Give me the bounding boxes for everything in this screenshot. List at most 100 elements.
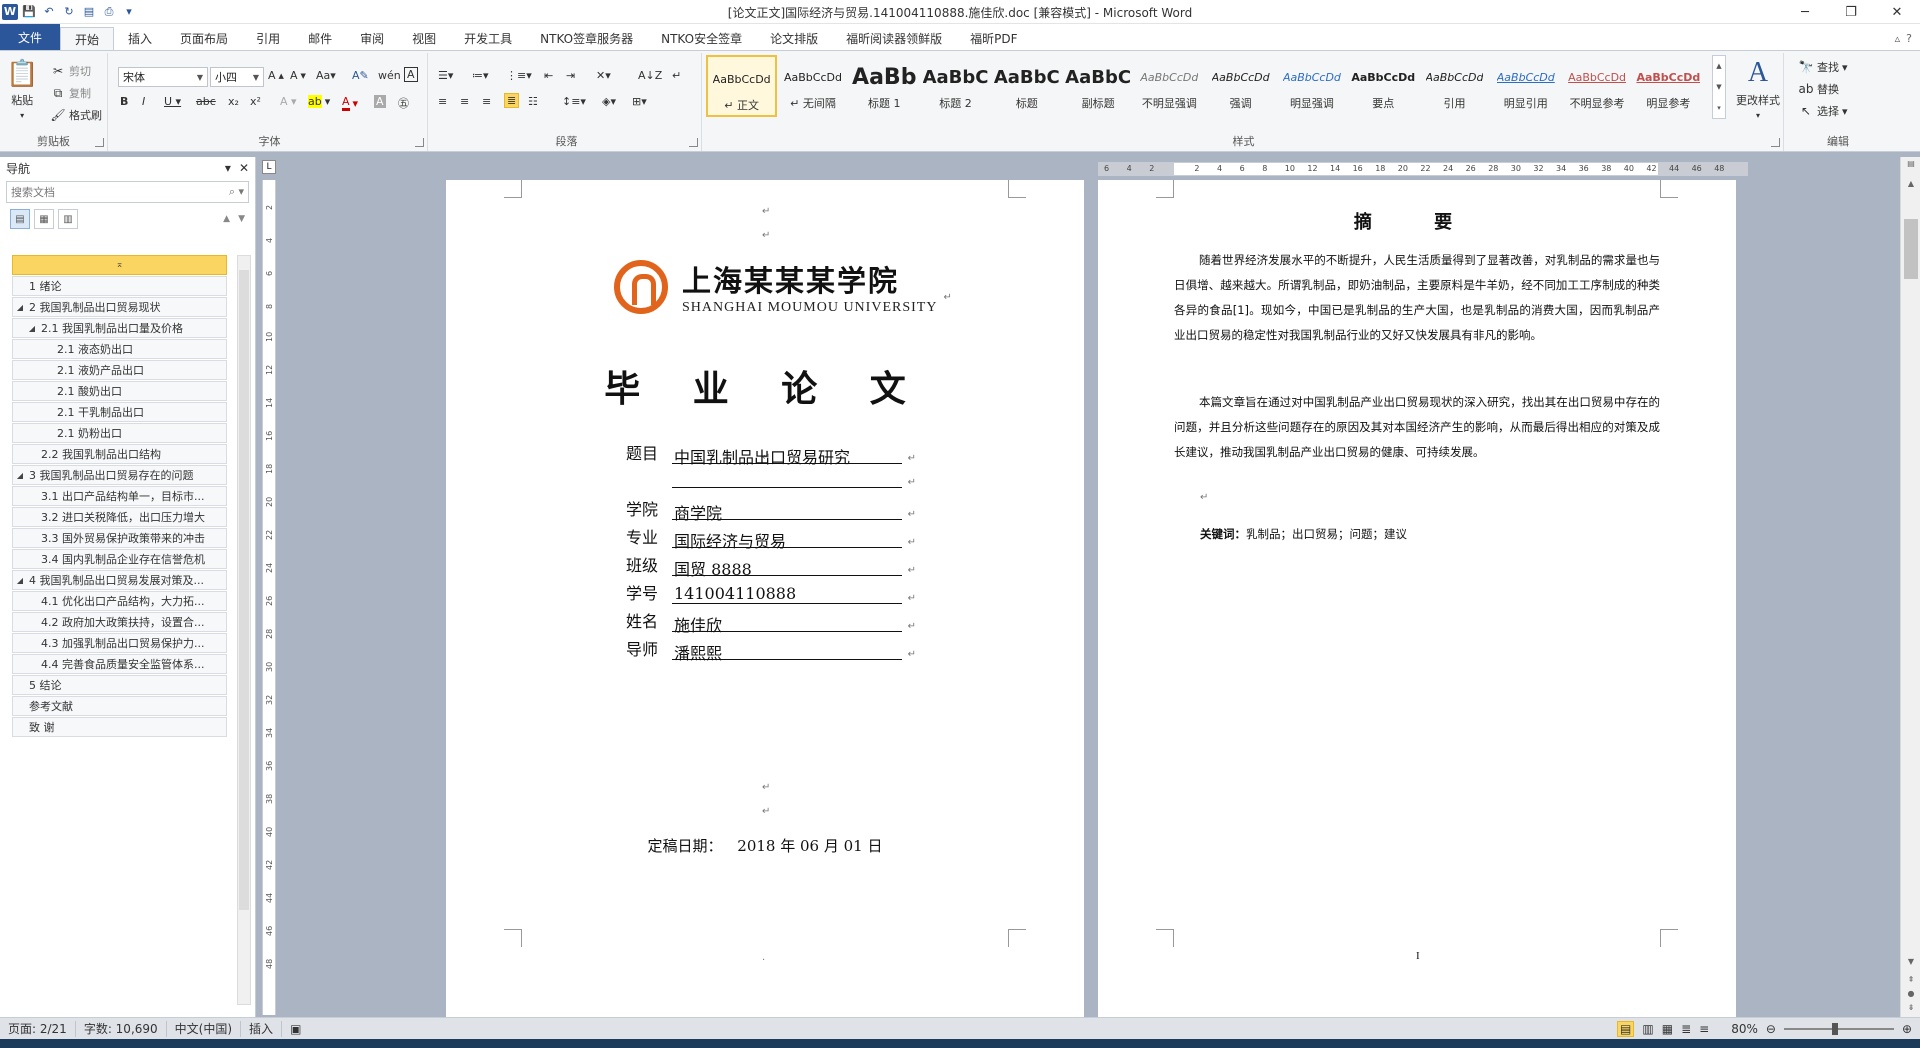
customize-qat-icon[interactable]: ▾ [120, 3, 138, 21]
tab-ntko-signature[interactable]: NTKO安全签章 [647, 26, 756, 50]
close-button[interactable]: ✕ [1874, 0, 1920, 24]
paragraph-launcher[interactable] [689, 138, 698, 147]
browse-object-icon[interactable]: ● [1901, 989, 1920, 998]
font-size-combo[interactable]: 小四 ▼ [210, 67, 264, 87]
previous-page-icon[interactable]: ⇞ [1901, 975, 1920, 984]
expand-toggle-icon[interactable]: ◢ [15, 576, 25, 585]
font-color-button[interactable]: A ▾ [342, 95, 358, 111]
zoom-in-icon[interactable]: ⊕ [1902, 1022, 1912, 1036]
char-shading-icon[interactable]: A [374, 95, 386, 108]
style-emphasis[interactable]: AaBbCcDd 强调 [1205, 55, 1276, 117]
nav-heading-item[interactable]: ◢ 4 我国乳制品出口贸易发展对策及... [12, 570, 227, 590]
bullets-button[interactable]: ☰▾ [438, 69, 453, 82]
nav-scrollbar[interactable] [237, 255, 251, 1005]
more-styles-icon[interactable]: ▾ [1717, 104, 1721, 112]
style-strong[interactable]: AaBbCcDd 要点 [1348, 55, 1419, 117]
nav-heading-item[interactable]: 2.1 液态奶出口 [12, 339, 227, 359]
scroll-up-icon[interactable]: ▲ [1901, 179, 1920, 188]
font-launcher[interactable] [415, 138, 424, 147]
increase-indent-button[interactable]: ⇥ [566, 69, 575, 82]
chevron-up-icon[interactable]: ▲ [1716, 62, 1721, 70]
nav-heading-item[interactable]: 2.1 液奶产品出口 [12, 360, 227, 380]
clear-format-icon[interactable]: A✎ [352, 69, 369, 82]
distributed-button[interactable]: ☷ [528, 95, 538, 108]
nav-menu-icon[interactable]: ▾ [225, 161, 231, 175]
save-icon[interactable]: 💾 [20, 3, 38, 21]
nav-heading-item[interactable]: 2.1 酸奶出口 [12, 381, 227, 401]
decrease-indent-button[interactable]: ⇤ [544, 69, 553, 82]
tab-references[interactable]: 引用 [242, 26, 294, 50]
nav-heading-item[interactable]: 参考文献 [12, 696, 227, 716]
expand-toggle-icon[interactable]: ◢ [15, 303, 25, 312]
scroll-down-icon[interactable]: ▼ [1901, 957, 1920, 966]
tab-selector[interactable]: L [262, 160, 276, 174]
document-scrollbar[interactable]: ▤ ▲ ▼ ⇞ ● ⇟ [1900, 157, 1920, 1017]
web-layout-icon[interactable]: ▦ [1662, 1022, 1673, 1036]
tab-review[interactable]: 审阅 [346, 26, 398, 50]
style-intense-quote[interactable]: AaBbCcDd 明显引用 [1490, 55, 1561, 117]
nav-heading-item[interactable]: 3.4 国内乳制品企业存在信誉危机 [12, 549, 227, 569]
minimize-ribbon-icon[interactable]: ▵ [1895, 32, 1901, 45]
tab-developer[interactable]: 开发工具 [450, 26, 526, 50]
numbering-button[interactable]: ≔▾ [472, 69, 489, 82]
next-heading-icon[interactable]: ▼ [238, 214, 245, 224]
tab-home[interactable]: 开始 [60, 27, 115, 51]
change-case-button[interactable]: Aa▾ [316, 69, 336, 82]
superscript-button[interactable]: x² [250, 95, 261, 108]
nav-heading-item[interactable]: 4.1 优化出口产品结构，大力拓... [12, 591, 227, 611]
tab-thesis-layout[interactable]: 论文排版 [756, 26, 832, 50]
style-subtle-emphasis[interactable]: AaBbCcDd 不明显强调 [1134, 55, 1205, 117]
tab-mailings[interactable]: 邮件 [294, 26, 346, 50]
minimize-button[interactable]: ─ [1782, 0, 1828, 24]
nav-heading-item[interactable]: 2.1 干乳制品出口 [12, 402, 227, 422]
chevron-down-icon[interactable]: ▼ [1716, 83, 1721, 91]
shrink-font-button[interactable]: A ▼ [290, 69, 306, 82]
bold-button[interactable]: B [120, 95, 128, 108]
abstract-page[interactable]: 摘 要 随着世界经济发展水平的不断提升，人民生活质量得到了显著改善，对乳制品的需… [1098, 180, 1736, 1017]
sort-button[interactable]: A↓Z [638, 69, 662, 82]
paste-button[interactable]: 📋 粘贴 ▾ [6, 59, 38, 120]
copy-button[interactable]: ⧉ 复制 [50, 85, 91, 101]
nav-heading-item[interactable]: 4.2 政府加大政策扶持，设置合... [12, 612, 227, 632]
cover-page[interactable]: ↵ ↵ 上海某某某学院 SHANGHAI MOUMOU UNIVERSITY ↵… [446, 180, 1084, 1017]
nav-heading-item[interactable]: 2.2 我国乳制品出口结构 [12, 444, 227, 464]
tab-view[interactable]: 视图 [398, 26, 450, 50]
previous-heading-icon[interactable]: ▲ [223, 214, 230, 224]
style-no-spacing[interactable]: AaBbCcDd ↵ 无间隔 [777, 55, 848, 117]
insert-mode[interactable]: 插入 [241, 1020, 283, 1037]
select-button[interactable]: ↖ 选择 ▾ [1798, 103, 1848, 119]
nav-heading-item[interactable]: 5 结论 [12, 675, 227, 695]
headings-view-icon[interactable]: ▤ [10, 209, 30, 229]
style-gallery-scroll[interactable]: ▲ ▼ ▾ [1712, 55, 1726, 119]
nav-close-icon[interactable]: ✕ [239, 161, 249, 175]
nav-heading-item[interactable]: 1 绪论 [12, 276, 227, 296]
view-ruler-icon[interactable]: ▤ [1901, 159, 1920, 168]
subscript-button[interactable]: x₂ [228, 95, 239, 108]
strikethrough-button[interactable]: abc [196, 95, 216, 108]
help-icon[interactable]: ? [1906, 32, 1912, 45]
shading-button[interactable]: ◈▾ [602, 95, 616, 108]
collapse-all-icon[interactable]: ⌅ [12, 255, 227, 275]
line-spacing-button[interactable]: ↕≡▾ [562, 95, 586, 108]
nav-heading-item[interactable]: ◢ 3 我国乳制品出口贸易存在的问题 [12, 465, 227, 485]
style-intense-emphasis[interactable]: AaBbCcDd 明显强调 [1276, 55, 1347, 117]
nav-heading-item[interactable]: 2.1 奶粉出口 [12, 423, 227, 443]
replace-button[interactable]: ab 替换 [1798, 81, 1840, 97]
underline-button[interactable]: U ▾ [164, 95, 181, 108]
text-effects-button[interactable]: A ▾ [280, 95, 297, 108]
tab-page-layout[interactable]: 页面布局 [166, 26, 242, 50]
zoom-level[interactable]: 80% [1731, 1022, 1758, 1036]
char-border-icon[interactable]: A [404, 67, 418, 82]
show-marks-button[interactable]: ↵ [672, 69, 681, 82]
change-styles-button[interactable]: A 更改样式 ▾ [1736, 57, 1780, 120]
clipboard-launcher[interactable] [95, 138, 104, 147]
nav-heading-item[interactable]: ◢ 2.1 我国乳制品出口量及价格 [12, 318, 227, 338]
document-area[interactable]: ↵ ↵ 上海某某某学院 SHANGHAI MOUMOU UNIVERSITY ↵… [280, 180, 1900, 1017]
font-name-combo[interactable]: 宋体 ▼ [118, 67, 208, 87]
find-button[interactable]: 🔭 查找 ▾ [1798, 59, 1848, 75]
format-painter-button[interactable]: 🖌 格式刷 [50, 107, 102, 123]
draft-view-icon[interactable]: ≡ [1699, 1022, 1709, 1036]
language-indicator[interactable]: 中文(中国) [167, 1020, 242, 1037]
style-normal[interactable]: AaBbCcDd ↵ 正文 [706, 55, 778, 117]
align-center-button[interactable]: ≡ [460, 95, 469, 108]
